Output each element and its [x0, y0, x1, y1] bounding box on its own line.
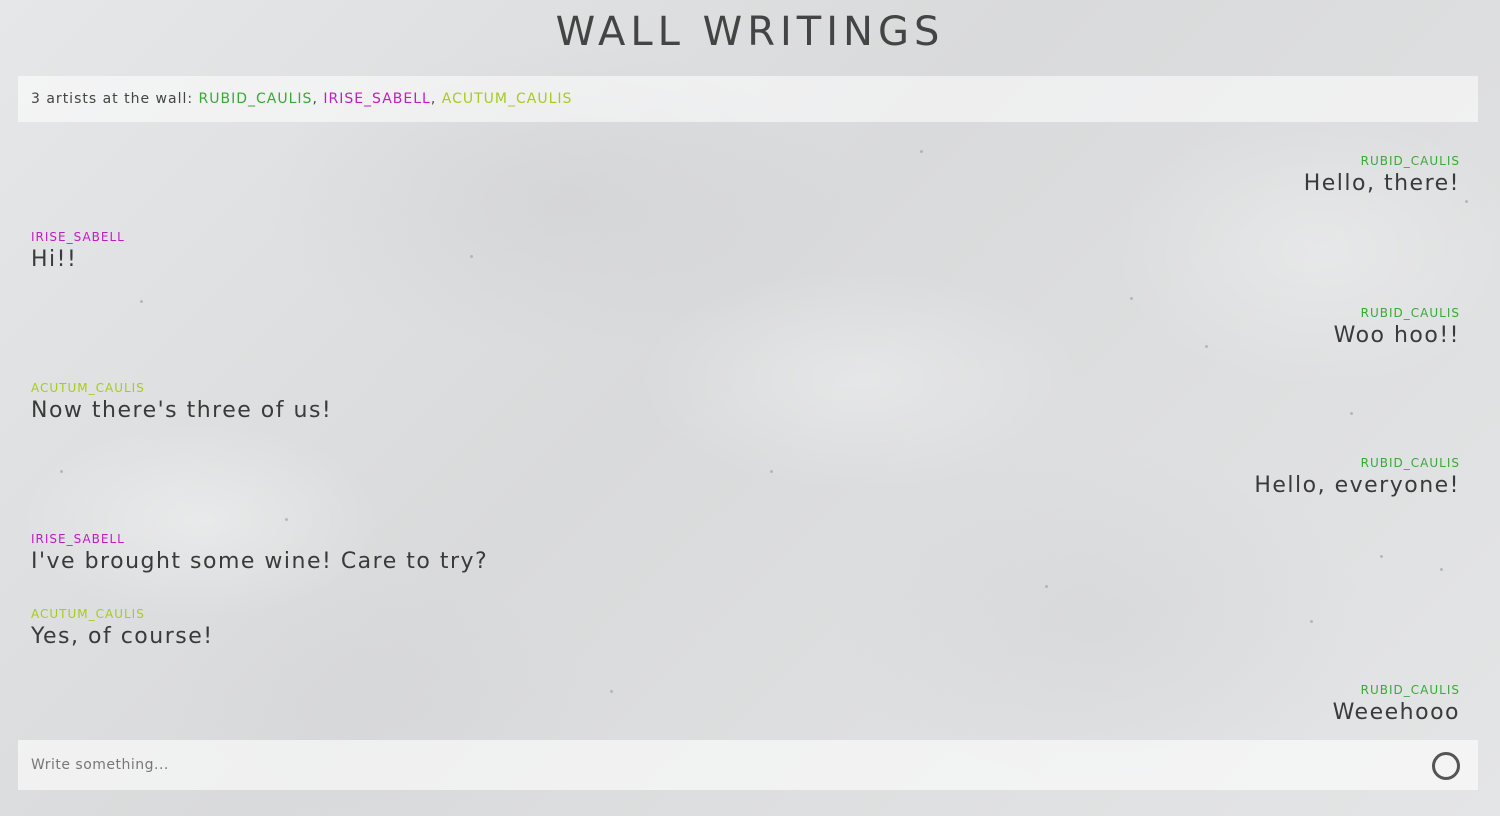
send-button[interactable] — [1430, 749, 1462, 781]
artist-name[interactable]: IRISE_SABELL — [323, 91, 431, 107]
message-text: I've brought some wine! Care to try? — [31, 549, 489, 574]
message-item: IRISE_SABELL Hi!! — [31, 229, 125, 275]
message-composer — [18, 740, 1478, 790]
artist-separator: , — [312, 91, 318, 107]
circle-icon — [1432, 752, 1460, 780]
message-author: IRISE_SABELL — [31, 230, 125, 244]
message-item: RUBID_CAULIS Hello, everyone! — [1254, 455, 1460, 501]
message-text: Woo hoo!! — [1333, 323, 1460, 348]
page-title: WALL WRITINGS — [555, 9, 945, 55]
message-item: RUBID_CAULIS Hello, there! — [1304, 153, 1460, 199]
message-author: ACUTUM_CAULIS — [31, 607, 145, 621]
artist-name[interactable]: ACUTUM_CAULIS — [442, 91, 573, 107]
message-item: ACUTUM_CAULIS Now there's three of us! — [31, 380, 332, 426]
message-text: Yes, of course! — [31, 624, 214, 649]
message-item: RUBID_CAULIS Weeehooo — [1333, 682, 1460, 728]
message-text: Hello, there! — [1303, 171, 1460, 196]
message-item: RUBID_CAULIS Woo hoo!! — [1334, 305, 1460, 351]
message-text: Hello, everyone! — [1254, 473, 1460, 498]
message-input[interactable] — [18, 740, 1418, 790]
message-author: RUBID_CAULIS — [1360, 154, 1460, 168]
artist-name[interactable]: RUBID_CAULIS — [199, 91, 313, 107]
message-author: IRISE_SABELL — [31, 532, 125, 546]
artists-bar: 3 artists at the wall: RUBID_CAULIS, IRI… — [18, 76, 1478, 122]
message-author: RUBID_CAULIS — [1360, 306, 1460, 320]
message-text: Now there's three of us! — [31, 398, 333, 423]
message-text: Hi!! — [31, 247, 78, 272]
artist-separator: , — [430, 91, 437, 107]
message-text: Weeehooo — [1332, 700, 1460, 725]
message-author: ACUTUM_CAULIS — [31, 381, 145, 395]
artists-count-label: 3 artists at the wall: — [31, 91, 194, 107]
message-author: RUBID_CAULIS — [1360, 683, 1460, 697]
message-item: ACUTUM_CAULIS Yes, of course! — [31, 606, 214, 652]
message-author: RUBID_CAULIS — [1360, 456, 1460, 470]
message-item: IRISE_SABELL I've brought some wine! Car… — [31, 531, 488, 577]
